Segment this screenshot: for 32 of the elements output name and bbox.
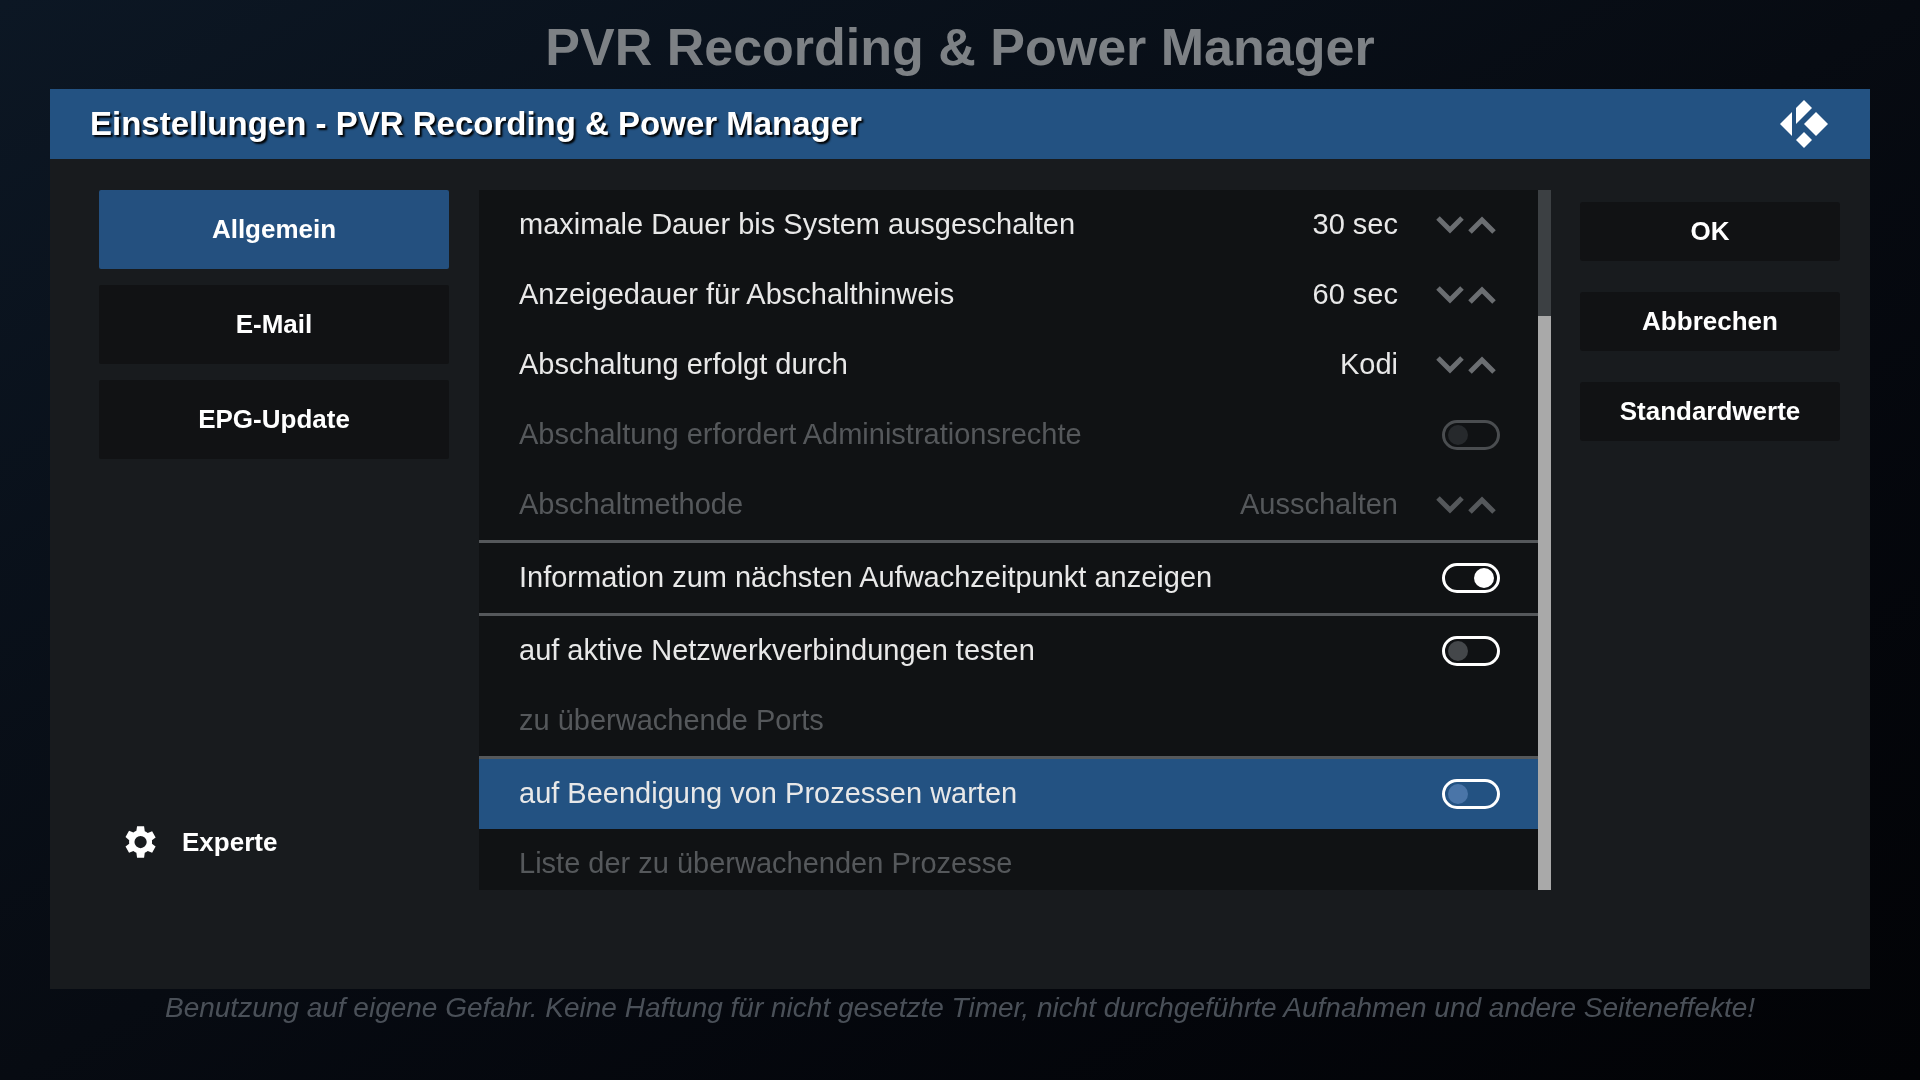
settings-row[interactable]: auf Beendigung von Prozessen warten — [479, 759, 1538, 829]
settings-row[interactable]: auf aktive Netzwerkverbindungen testen — [479, 616, 1538, 686]
category-tab[interactable]: EPG-Update — [99, 380, 449, 459]
setting-label: Liste der zu überwachenden Prozesse — [519, 846, 1014, 882]
setting-label: zu überwachende Ports — [519, 703, 825, 739]
settings-row[interactable]: Information zum nächsten Aufwachzeitpunkt anzeigen — [479, 543, 1538, 613]
settings-level-label[interactable]: Experte — [182, 822, 278, 862]
setting-value: Ausschalten — [1240, 487, 1398, 523]
setting-label: maximale Dauer bis System ausgeschalten — [519, 207, 1077, 243]
setting-label: auf Beendigung von Prozessen warten — [519, 776, 1019, 812]
setting-label: Abschaltung erfolgt durch — [519, 347, 849, 383]
setting-label: Abschaltung erfordert Administrationsrechte — [519, 417, 1083, 453]
setting-label: Information zum nächsten Aufwachzeitpunkt anzeigen — [519, 560, 1214, 596]
settings-row[interactable]: maximale Dauer bis System ausgeschalten 30 sec — [479, 190, 1538, 260]
dialog-button[interactable]: Standardwerte — [1580, 382, 1840, 441]
settings-row[interactable]: Anzeigedauer für Abschalthinweis 60 sec — [479, 260, 1538, 330]
dialog-button[interactable]: Abbrechen — [1580, 292, 1840, 351]
category-tab[interactable]: E-Mail — [99, 285, 449, 364]
page-title: PVR Recording & Power Manager — [545, 16, 1375, 78]
setting-value: 60 sec — [1312, 277, 1398, 313]
dialog-title: Einstellungen - PVR Recording & Power Manager — [90, 104, 862, 145]
category-tab[interactable]: Allgemein — [99, 190, 449, 269]
scrollbar[interactable] — [1538, 190, 1551, 890]
setting-label: auf aktive Netzwerkverbindungen testen — [519, 633, 1036, 669]
settings-row[interactable]: Abschaltung erfolgt durch Kodi — [479, 330, 1538, 400]
disclaimer-text: Benutzung auf eigene Gefahr. Keine Haftung für nicht gesetzte Timer, nicht durchgeführte Aufnahmen und andere Seiteneffekte! — [163, 991, 1756, 1025]
dialog-button[interactable]: OK — [1580, 202, 1840, 261]
setting-value: Kodi — [1339, 347, 1398, 383]
logo-icon — [1778, 98, 1830, 150]
setting-label: Anzeigedauer für Abschalthinweis — [519, 277, 956, 313]
setting-label: Abschaltmethode — [519, 487, 745, 523]
setting-value: 30 sec — [1312, 207, 1398, 243]
